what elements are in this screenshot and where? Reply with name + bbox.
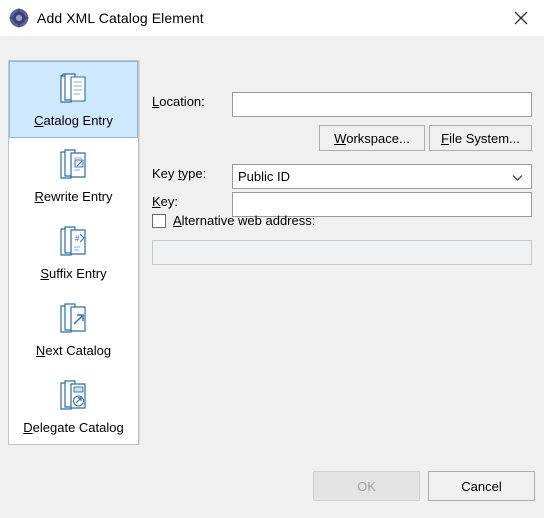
file-system-button[interactable]: File System... xyxy=(429,125,532,151)
location-input[interactable] xyxy=(232,92,532,117)
dialog-title: Add XML Catalog Element xyxy=(37,10,204,26)
sidebar-item-label: Delegate Catalog xyxy=(23,420,124,435)
rewrite-entry-icon xyxy=(52,144,96,188)
keytype-select[interactable]: Public ID xyxy=(232,164,532,189)
catalog-element-type-list[interactable]: Catalog Entry Rewrite Entry # Suffix Ent… xyxy=(8,60,139,445)
alt-web-address-checkbox[interactable] xyxy=(152,213,166,228)
title-bar: Add XML Catalog Element xyxy=(0,0,544,36)
close-icon xyxy=(514,11,528,25)
chevron-down-icon xyxy=(512,169,523,184)
sidebar-item-label: Catalog Entry xyxy=(34,113,113,128)
alt-web-address-input[interactable] xyxy=(152,240,532,265)
cancel-button-label: Cancel xyxy=(461,478,502,494)
workspace-button-label: Workspace... xyxy=(334,130,410,146)
close-button[interactable] xyxy=(498,0,544,36)
sidebar-item-catalog-entry[interactable]: Catalog Entry xyxy=(9,61,138,138)
location-label: Location: xyxy=(152,94,205,109)
workspace-button[interactable]: Workspace... xyxy=(319,125,425,151)
catalog-entry-icon xyxy=(52,68,96,112)
suffix-entry-icon: # xyxy=(52,221,96,265)
delegate-catalog-icon xyxy=(52,375,96,419)
keytype-label: Key type: xyxy=(152,166,207,181)
dialog-content: Catalog Entry Rewrite Entry # Suffix Ent… xyxy=(0,36,544,454)
alt-web-address-checkbox-row[interactable]: Alternative web address: xyxy=(152,213,315,228)
key-row: Key: xyxy=(152,194,178,209)
alt-web-address-label: Alternative web address: xyxy=(173,213,316,228)
ok-button[interactable]: OK xyxy=(313,471,420,501)
keytype-row: Key type: xyxy=(152,166,206,181)
file-system-button-label: File System... xyxy=(441,130,520,146)
dialog-footer: OK Cancel xyxy=(0,454,544,518)
location-row: Location: xyxy=(152,94,205,109)
key-label: Key: xyxy=(152,194,179,209)
sidebar-item-label: Suffix Entry xyxy=(40,266,107,281)
next-catalog-icon xyxy=(52,298,96,342)
add-xml-catalog-element-dialog: Add XML Catalog Element Catalog Entry Re… xyxy=(0,0,544,518)
sidebar-item-label: Next Catalog xyxy=(35,343,112,358)
ok-button-label: OK xyxy=(357,478,376,494)
sidebar-item-delegate-catalog[interactable]: Delegate Catalog xyxy=(9,369,138,446)
cancel-button[interactable]: Cancel xyxy=(428,471,535,501)
sidebar-item-rewrite-entry[interactable]: Rewrite Entry xyxy=(9,138,138,215)
sidebar-item-label: Rewrite Entry xyxy=(34,189,113,204)
sidebar-item-next-catalog[interactable]: Next Catalog xyxy=(9,292,138,369)
catalog-dialog-icon xyxy=(9,8,29,28)
catalog-entry-form: Location: Workspace... File System... Ke… xyxy=(139,60,536,445)
svg-text:#: # xyxy=(75,234,80,243)
sidebar-item-suffix-entry[interactable]: # Suffix Entry xyxy=(9,215,138,292)
keytype-value: Public ID xyxy=(238,169,291,184)
